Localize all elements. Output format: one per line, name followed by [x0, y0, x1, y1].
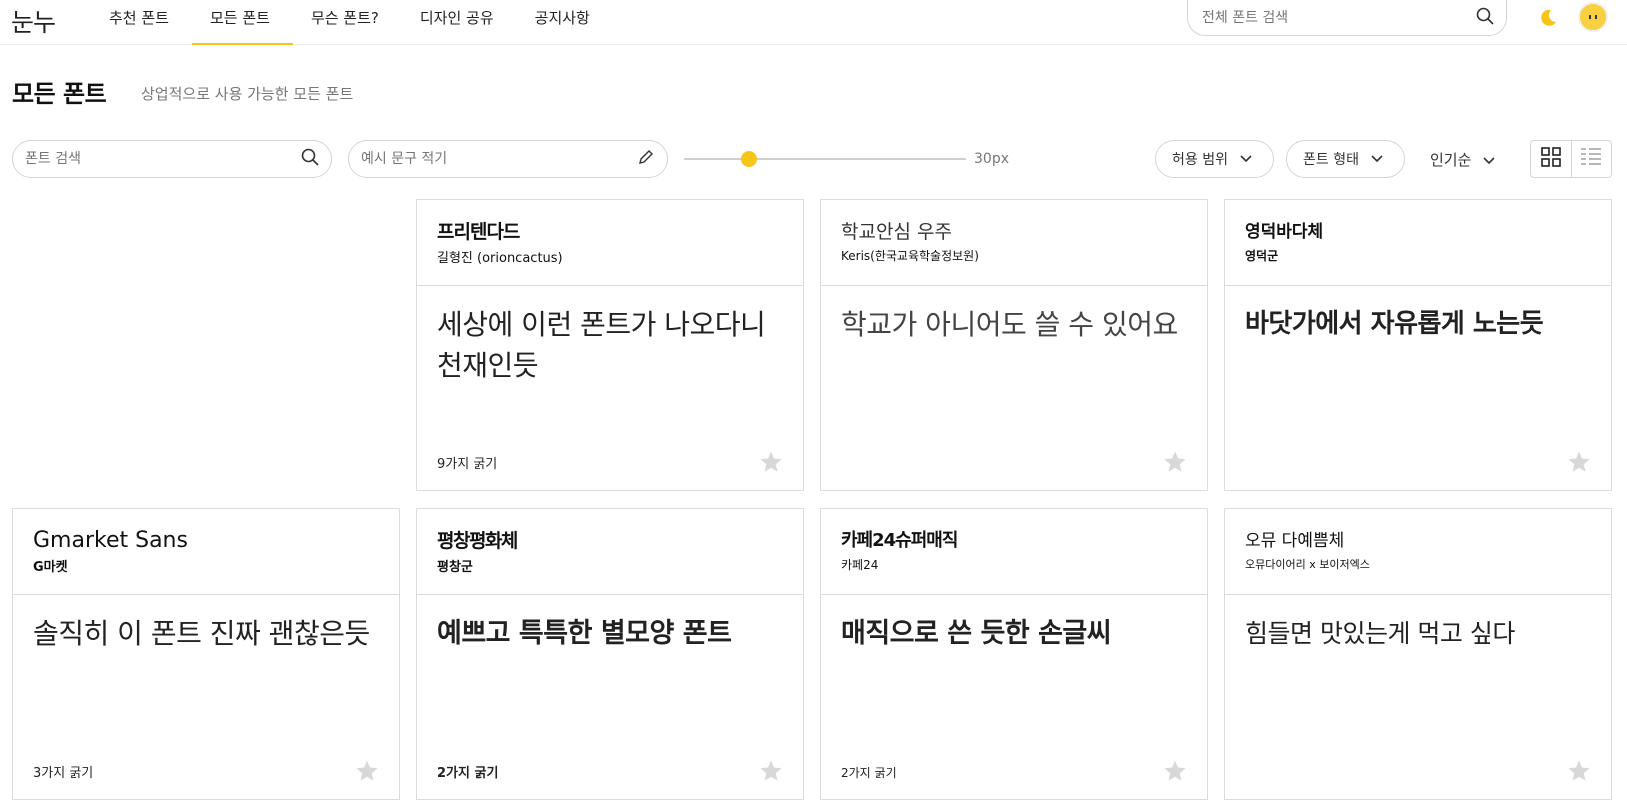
top-navigation-bar: 눈누 추천 폰트 모든 폰트 무슨 폰트? 디자인 공유 공지사항: [0, 0, 1627, 45]
font-sample-text: 매직으로 쓴 듯한 손글씨: [841, 618, 1112, 649]
chevron-down-icon: [1240, 151, 1252, 167]
font-name[interactable]: 프리텐다드: [437, 220, 783, 244]
search-icon[interactable]: [301, 148, 319, 170]
license-filter-label: 허용 범위: [1172, 152, 1228, 168]
global-font-search: [1187, 0, 1507, 36]
font-sample-text: 바닷가에서 자유롭게 노는듯: [1245, 309, 1544, 339]
font-card-header: 영덕바다체 영덕군: [1225, 200, 1611, 286]
font-size-slider[interactable]: [684, 151, 966, 167]
font-card-header: 카페24슈퍼매직 카페24: [821, 509, 1207, 595]
license-filter-dropdown[interactable]: 허용 범위: [1155, 140, 1274, 178]
font-card-header: Gmarket Sans G마켓: [13, 509, 399, 595]
list-icon: [1580, 147, 1602, 171]
font-type-filter-dropdown[interactable]: 폰트 형태: [1286, 140, 1405, 178]
font-weight-count: 2가지 굵기: [841, 766, 897, 780]
font-maker[interactable]: Keris(한국교육학술정보원): [841, 247, 1187, 264]
user-avatar[interactable]: [1578, 2, 1608, 32]
font-card-header: 평창평화체 평창군: [417, 509, 803, 595]
font-sample-text: 학교가 아니어도 쓸 수 있어요: [841, 308, 1178, 341]
font-name[interactable]: 영덕바다체: [1245, 220, 1591, 244]
font-weight-count: 2가지 굵기: [437, 766, 499, 781]
font-type-filter-label: 폰트 형태: [1303, 152, 1359, 168]
font-maker[interactable]: 오뮤다이어리 x 보이저엑스: [1245, 556, 1591, 572]
main-nav: 추천 폰트 모든 폰트 무슨 폰트? 디자인 공유 공지사항: [91, 0, 613, 45]
nav-item-what-font[interactable]: 무슨 폰트?: [293, 0, 402, 45]
font-card[interactable]: 카페24슈퍼매직 카페24 매직으로 쓴 듯한 손글씨 2가지 굵기: [820, 508, 1208, 800]
font-card-header: 학교안심 우주 Keris(한국교육학술정보원): [821, 200, 1207, 286]
pencil-icon[interactable]: [637, 148, 655, 170]
nav-item-recommended[interactable]: 추천 폰트: [91, 0, 192, 45]
font-maker[interactable]: 영덕군: [1245, 247, 1591, 264]
font-sample-text: 솔직히 이 폰트 진짜 괜찮은듯: [33, 617, 370, 650]
font-card[interactable]: 오뮤 다예쁨체 오뮤다이어리 x 보이저엑스 힘들면 맛있는게 먹고 싶다: [1224, 508, 1612, 800]
font-maker[interactable]: 평창군: [437, 556, 783, 575]
star-icon[interactable]: [759, 759, 783, 783]
star-icon[interactable]: [1567, 450, 1591, 474]
star-icon[interactable]: [1163, 450, 1187, 474]
global-search-input[interactable]: [1202, 9, 1476, 26]
font-name[interactable]: 오뮤 다예쁨체: [1245, 529, 1591, 553]
page-subtitle: 상업적으로 사용 가능한 모든 폰트: [141, 85, 354, 103]
search-icon[interactable]: [1476, 7, 1494, 29]
star-icon[interactable]: [355, 759, 379, 783]
font-card[interactable]: 학교안심 우주 Keris(한국교육학술정보원) 학교가 아니어도 쓸 수 있어…: [820, 199, 1208, 491]
font-sample-text: 예쁘고 특특한 별모양 폰트: [437, 618, 732, 649]
font-maker[interactable]: 카페24: [841, 556, 1187, 573]
font-card-header: 오뮤 다예쁨체 오뮤다이어리 x 보이저엑스: [1225, 509, 1611, 595]
font-card-header: 프리텐다드 길형진 (orioncactus): [417, 200, 803, 286]
page-title: 모든 폰트: [12, 80, 107, 108]
nav-item-notices[interactable]: 공지사항: [517, 0, 613, 45]
font-name[interactable]: 학교안심 우주: [841, 220, 1187, 244]
chevron-down-icon: [1483, 151, 1495, 169]
font-search-input[interactable]: [25, 151, 301, 167]
grid-view-button[interactable]: [1531, 141, 1571, 177]
view-mode-toggle: [1530, 140, 1612, 178]
sort-dropdown[interactable]: 인기순: [1430, 149, 1495, 170]
font-card[interactable]: 영덕바다체 영덕군 바닷가에서 자유롭게 노는듯: [1224, 199, 1612, 491]
font-maker[interactable]: 길형진 (orioncactus): [437, 247, 783, 266]
font-sample-text: 힘들면 맛있는게 먹고 싶다: [1245, 619, 1515, 648]
font-maker[interactable]: G마켓: [33, 556, 379, 575]
font-card[interactable]: 평창평화체 평창군 예쁘고 특특한 별모양 폰트 2가지 굵기: [416, 508, 804, 800]
font-weight-count: 9가지 굵기: [437, 457, 498, 472]
grid-icon: [1541, 147, 1561, 171]
font-name[interactable]: Gmarket Sans: [33, 529, 379, 553]
font-size-value: 30px: [974, 151, 1009, 167]
sample-text-box: [348, 140, 668, 178]
star-icon[interactable]: [1163, 759, 1187, 783]
sort-label: 인기순: [1430, 151, 1472, 169]
dark-mode-moon-icon[interactable]: [1537, 7, 1559, 29]
star-icon[interactable]: [759, 450, 783, 474]
font-weight-count: 3가지 굵기: [33, 766, 94, 781]
chevron-down-icon: [1371, 151, 1383, 167]
font-card[interactable]: Gmarket Sans G마켓 솔직히 이 폰트 진짜 괜찮은듯 3가지 굵기: [12, 508, 400, 800]
font-sample-text: 세상에 이런 폰트가 나오다니 천재인듯: [437, 308, 766, 382]
font-card[interactable]: 프리텐다드 길형진 (orioncactus) 세상에 이런 폰트가 나오다니 …: [416, 199, 804, 491]
star-icon[interactable]: [1567, 759, 1591, 783]
font-search-box: [12, 140, 332, 178]
font-name[interactable]: 평창평화체: [437, 529, 783, 553]
sample-text-input[interactable]: [361, 151, 637, 167]
slider-handle[interactable]: [740, 151, 757, 167]
list-view-button[interactable]: [1570, 141, 1611, 177]
nav-item-all-fonts[interactable]: 모든 폰트: [191, 0, 293, 45]
font-name[interactable]: 카페24슈퍼매직: [841, 529, 1187, 553]
site-logo[interactable]: 눈누: [11, 3, 56, 39]
nav-item-design-share[interactable]: 디자인 공유: [402, 0, 517, 45]
